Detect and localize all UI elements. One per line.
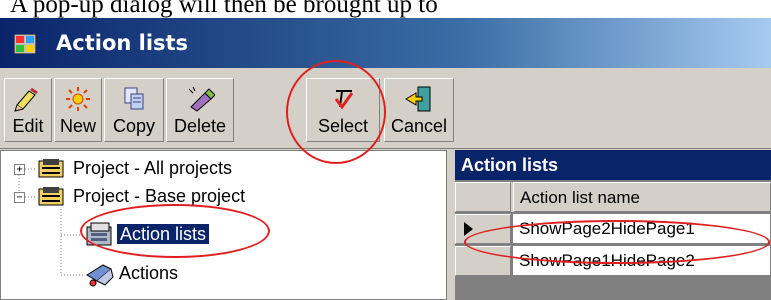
current-row-arrow-icon	[464, 222, 473, 236]
tree-item-label: Action lists	[117, 224, 210, 244]
tree-expand-toggle[interactable]: +	[14, 164, 25, 175]
table-row[interactable]: ShowPage2HidePage1	[513, 214, 771, 244]
table-row[interactable]: ShowPage1HidePage2	[513, 246, 771, 276]
cancel-button-label: Cancel	[390, 116, 448, 136]
project-icon	[38, 159, 64, 178]
edit-button-label: Edit	[12, 116, 44, 136]
tree-item-base-project[interactable]: Project - Base project	[73, 186, 245, 207]
application-window-icon	[14, 34, 36, 54]
action-lists-grid: Action lists Action list name ShowPage2H…	[455, 150, 771, 300]
tree-item-actions[interactable]: Actions	[119, 263, 178, 284]
tree-item-label: Actions	[119, 263, 179, 283]
edit-icon	[14, 87, 38, 112]
tree-item-all-projects[interactable]: Project - All projects	[73, 158, 232, 179]
action-lists-window: Action lists Edit New Copy Delete Select…	[0, 18, 771, 300]
select-button-label: Select	[317, 116, 369, 136]
cancel-icon	[405, 86, 431, 112]
tree-item-label: Project - Base project	[73, 186, 246, 206]
copy-button[interactable]: Copy	[104, 78, 164, 142]
toolbar: Edit New Copy Delete Select Cancel	[0, 72, 771, 149]
window-title: Action lists	[56, 31, 189, 55]
new-button-label: New	[59, 116, 96, 136]
title-bar[interactable]: Action lists	[0, 18, 771, 68]
select-icon	[334, 90, 354, 110]
cancel-button[interactable]: Cancel	[384, 78, 454, 142]
tree-item-label: Project - All projects	[73, 158, 233, 178]
project-icon	[38, 187, 64, 206]
copy-icon	[124, 87, 144, 110]
delete-icon	[188, 86, 215, 112]
edit-button[interactable]: Edit	[4, 78, 52, 142]
delete-button-label: Delete	[173, 116, 227, 136]
project-tree: + Project - All projects − Project - Bas…	[0, 150, 447, 300]
copy-button-label: Copy	[112, 116, 156, 136]
tree-item-action-lists[interactable]: Action lists	[117, 224, 210, 245]
instruction-text: A pop-up dialog will then be brought up …	[10, 0, 438, 18]
select-button[interactable]: Select	[306, 78, 380, 142]
row-selector[interactable]	[455, 246, 511, 276]
row-selector[interactable]	[455, 214, 511, 244]
column-header-action-list-name[interactable]: Action list name	[513, 182, 771, 212]
grid-corner-cell	[455, 182, 511, 212]
delete-button[interactable]: Delete	[166, 78, 234, 142]
new-icon	[66, 87, 90, 111]
actions-icon	[86, 264, 114, 287]
action-lists-icon	[86, 222, 112, 246]
tree-collapse-toggle[interactable]: −	[14, 192, 25, 203]
new-button[interactable]: New	[54, 78, 102, 142]
grid-title: Action lists	[455, 150, 771, 180]
grid-header-row: Action list name	[455, 182, 771, 212]
